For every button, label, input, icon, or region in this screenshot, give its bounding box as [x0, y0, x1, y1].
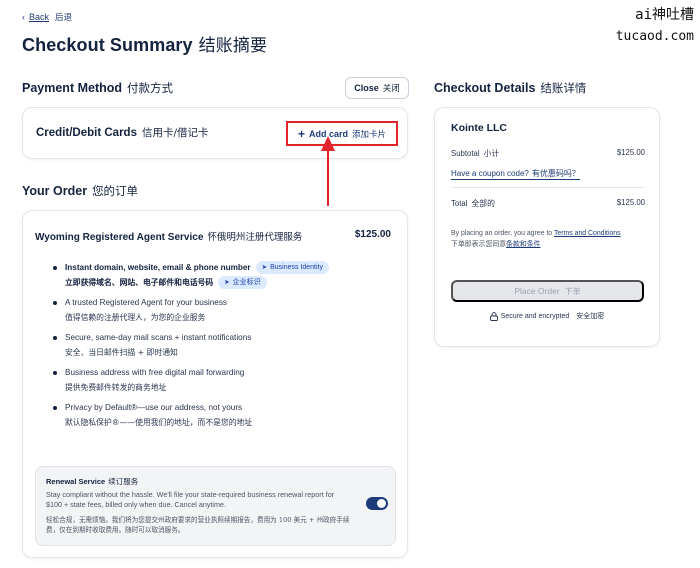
total-label-zh: 全部的 [471, 199, 495, 208]
secure-label: Secure and encrypted [500, 312, 570, 320]
place-order-label-zh: 下单 [564, 286, 581, 296]
vendor-name: Kointe LLC [451, 122, 507, 134]
renewal-toggle[interactable] [366, 497, 388, 510]
card-type-label-zh: 信用卡/借记卡 [141, 127, 209, 139]
page-title-en: Checkout Summary [22, 35, 193, 55]
secure-notice: Secure and encrypted 安全加密 [435, 311, 659, 321]
renewal-title-en: Renewal Service [46, 477, 106, 486]
plus-icon: + [297, 126, 305, 141]
toggle-knob [377, 499, 386, 508]
subtotal-row: Subtotal 小计 $125.00 [451, 148, 645, 159]
checkout-details-heading-en: Checkout Details [434, 81, 536, 95]
divider [451, 187, 645, 188]
send-icon: ➤ [224, 279, 230, 286]
total-label-en: Total [451, 199, 468, 208]
card-type-label: Credit/Debit Cards 信用卡/借记卡 [36, 125, 209, 140]
feature-text-zh: 安全、当日邮件扫描 + 即时通知 [65, 348, 178, 357]
payment-method-heading-en: Payment Method [22, 81, 123, 95]
terms-link-zh[interactable]: 条款和条件 [506, 240, 540, 248]
annotation-arrow-icon [321, 136, 335, 206]
total-row: Total 全部的 $125.00 [451, 198, 645, 209]
total-value: $125.00 [616, 198, 645, 207]
send-icon: ➤ [261, 264, 268, 271]
coupon-link[interactable]: Have a coupon code? 有优惠码吗？ [451, 168, 580, 180]
place-order-button[interactable]: Place Order 下单 [451, 280, 644, 302]
coupon-label: Have a coupon code? [451, 169, 529, 178]
service-name: Wyoming Registered Agent Service 怀俄明州注册代理… [35, 229, 302, 243]
feature-en: Instant domain, website, email & phone n… [65, 261, 393, 274]
renewal-description: Stay compliant without the hassle. We'll… [46, 490, 335, 509]
checkout-details-heading-zh: 结账详情 [540, 81, 587, 95]
feature-text-zh: 立即获得域名、网站、电子邮件和电话号码 [65, 278, 214, 287]
your-order-heading-zh: 您的订单 [92, 184, 139, 198]
feature-text-en: Secure, same-day mail scans + instant no… [65, 333, 252, 342]
feature-zh: 立即获得域名、网站、电子邮件和电话号码 ➤ 企业标识 [65, 275, 393, 290]
coupon-label-zh: 有优惠码吗？ [531, 169, 580, 178]
feature-text-en: A trusted Registered Agent for your busi… [65, 298, 228, 307]
add-card-label-zh: 添加卡片 [352, 129, 387, 140]
badge-label-zh: 企业标识 [232, 279, 261, 286]
terms-notice: By placing an order, you agree to Terms … [451, 228, 651, 250]
feature-item: Instant domain, website, email & phone n… [53, 261, 393, 290]
close-button[interactable]: Close 关闭 [345, 77, 409, 99]
business-identity-badge: ➤ Business Identity [255, 261, 329, 274]
order-card: Wyoming Registered Agent Service 怀俄明州注册代理… [22, 210, 408, 558]
terms-line-zh: 下单即表示您同意条款和条件 [451, 239, 651, 250]
your-order-heading: Your Order 您的订单 [22, 183, 138, 199]
feature-text-en: Business address with free digital mail … [65, 368, 245, 377]
lock-icon [489, 311, 498, 321]
secure-label-zh: 安全加密 [576, 312, 605, 320]
terms-line-en: By placing an order, you agree to Terms … [451, 228, 651, 239]
feature-item: Secure, same-day mail scans + instant no… [53, 331, 393, 360]
service-price: $125.00 [354, 229, 391, 240]
feature-text-zh: 提供免费邮件转发的商务地址 [65, 383, 167, 392]
back-label: Back [29, 12, 50, 22]
close-label-zh: 关闭 [382, 84, 400, 94]
watermark-line2: tucaod.com [615, 29, 694, 44]
subtotal-label: Subtotal 小计 [451, 148, 499, 159]
payment-method-heading: Payment Method 付款方式 [22, 80, 173, 96]
service-name-en: Wyoming Registered Agent Service [35, 232, 204, 243]
terms-link[interactable]: Terms and Conditions [554, 230, 621, 237]
business-identity-badge-zh: ➤ 企业标识 [218, 276, 267, 289]
payment-card-option: Credit/Debit Cards 信用卡/借记卡 + Add card 添加卡… [22, 107, 408, 159]
close-label: Close [354, 83, 379, 93]
renewal-title: Renewal Service 续订服务 [46, 476, 138, 487]
watermark: ai神吐槽 tucaod.com [616, 4, 694, 48]
feature-item: A trusted Registered Agent for your busi… [53, 296, 393, 325]
feature-list: Instant domain, website, email & phone n… [53, 261, 393, 436]
feature-item: Business address with free digital mail … [53, 366, 393, 395]
watermark-line1: ai神吐槽 [635, 7, 694, 23]
back-label-zh: 后退 [55, 13, 73, 23]
renewal-description-zh: 轻松合规，无需烦恼。我们将为您提交州政府要求的营业执照续期报告，费用为 100 … [46, 516, 350, 534]
chevron-left-icon: ‹ [22, 12, 25, 22]
total-label: Total 全部的 [451, 198, 495, 209]
back-link[interactable]: ‹ Back 后退 [22, 11, 72, 23]
add-card-button[interactable]: + Add card 添加卡片 [286, 121, 398, 146]
feature-item: Privacy by Default®—use our address, not… [53, 401, 393, 430]
page-title-zh: 结账摘要 [198, 36, 268, 56]
renewal-title-zh: 续订服务 [108, 477, 139, 486]
place-order-label: Place Order [514, 286, 560, 296]
checkout-details-card: Kointe LLC Subtotal 小计 $125.00 Have a cou… [434, 107, 660, 347]
badge-label: Business Identity [270, 264, 323, 271]
terms-prefix-zh: 下单即表示您同意 [451, 240, 507, 248]
renewal-service-box: Renewal Service 续订服务 Stay compliant witho… [35, 466, 396, 546]
page-title: Checkout Summary 结账摘要 [22, 31, 267, 56]
subtotal-value: $125.00 [616, 148, 645, 157]
terms-prefix: By placing an order, you agree to [451, 230, 553, 237]
checkout-details-heading: Checkout Details 结账详情 [434, 80, 586, 96]
subtotal-label-en: Subtotal [451, 149, 480, 158]
service-name-zh: 怀俄明州注册代理服务 [207, 232, 303, 243]
feature-text-zh: 默认隐私保护®——使用我们的地址，而不是您的地址 [65, 418, 253, 427]
feature-text-en: Privacy by Default®—use our address, not… [65, 403, 243, 412]
subtotal-label-zh: 小计 [483, 149, 500, 158]
feature-text-zh: 值得信赖的注册代理人，为您的企业服务 [65, 313, 206, 322]
payment-method-heading-zh: 付款方式 [127, 81, 174, 95]
feature-text-en: Instant domain, website, email & phone n… [65, 263, 251, 272]
card-type-label-en: Credit/Debit Cards [36, 127, 137, 139]
your-order-heading-en: Your Order [22, 184, 88, 198]
